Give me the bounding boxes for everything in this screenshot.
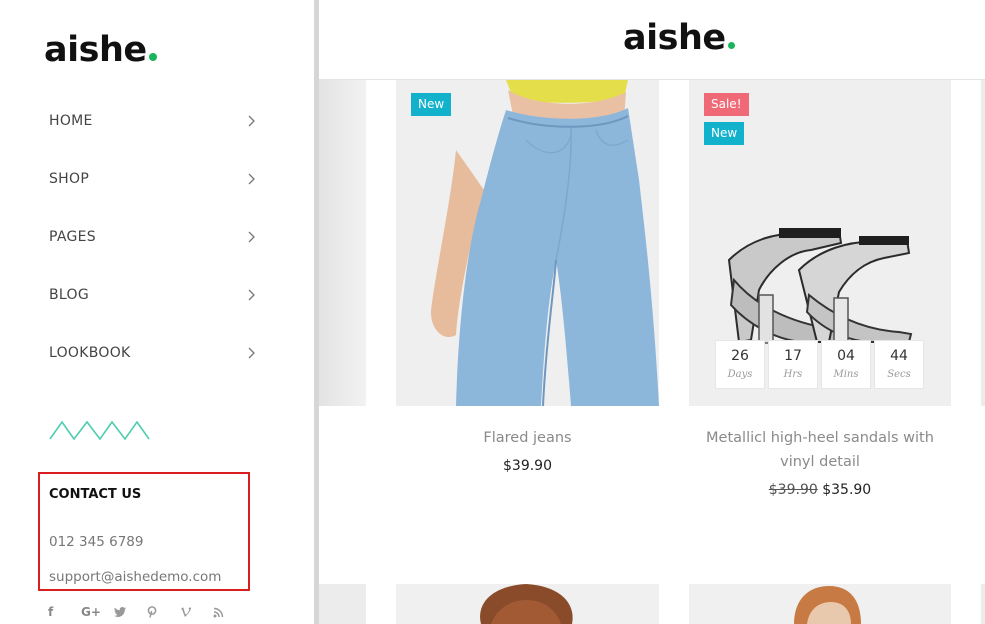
product-price: $39.90	[503, 458, 552, 474]
contact-email[interactable]: support@aishedemo.com	[49, 569, 221, 585]
nav-label: HOME	[49, 113, 93, 129]
product-name[interactable]: Flared jeans	[396, 426, 659, 450]
product-image-flared-jeans[interactable]: New	[396, 80, 659, 406]
main-content: New Flared jeans $39.90 Sale! New 26 Day…	[319, 0, 985, 624]
countdown-label: Mins	[833, 369, 859, 380]
chevron-right-icon	[245, 230, 259, 244]
google-plus-icon[interactable]: G+	[81, 604, 114, 620]
product-name-line: vinyl detail	[780, 454, 860, 470]
top-header: aishe	[319, 0, 985, 80]
product-image-partial-right-bottom	[981, 584, 985, 624]
sidebar: aishe HOME SHOP PAGES BLOG LOOKBOOK CONT…	[0, 0, 314, 624]
product-name-line: Metallicl high-heel sandals with	[706, 430, 934, 446]
header-logo-text: aishe	[623, 18, 726, 58]
jeans-illustration	[430, 80, 659, 406]
product-image-bottom-1[interactable]	[396, 584, 659, 624]
facebook-icon[interactable]: f	[48, 604, 81, 620]
portrait-hair-illustration	[480, 584, 573, 624]
contact-phone[interactable]: 012 345 6789	[49, 534, 143, 550]
countdown-minutes: 04 Mins	[821, 340, 871, 389]
contact-title: CONTACT US	[49, 487, 142, 502]
product-image-partial-right	[981, 80, 985, 406]
nav-item-lookbook[interactable]: LOOKBOOK	[49, 324, 259, 382]
product-name[interactable]: Metallicl high-heel sandals with vinyl d…	[689, 426, 951, 474]
zigzag-divider-icon	[49, 420, 150, 441]
nav-item-home[interactable]: HOME	[49, 92, 259, 150]
chevron-right-icon	[245, 346, 259, 360]
nav-label: LOOKBOOK	[49, 345, 131, 361]
contact-section: CONTACT US 012 345 6789 support@aishedem…	[38, 472, 250, 591]
twitter-icon[interactable]	[114, 604, 147, 620]
sale-countdown: 26 Days 17 Hrs 04 Mins 44 Secs	[715, 340, 924, 389]
header-logo[interactable]: aishe	[623, 18, 735, 58]
portrait-hair-illustration	[794, 586, 861, 624]
badge-new: New	[411, 93, 452, 116]
countdown-seconds: 44 Secs	[874, 340, 924, 389]
chevron-right-icon	[245, 172, 259, 186]
product-image-partial[interactable]	[319, 80, 366, 406]
badge-new: New	[704, 122, 745, 145]
sidebar-nav: HOME SHOP PAGES BLOG LOOKBOOK	[49, 92, 259, 382]
logo-dot	[727, 42, 735, 49]
product-price: $39.90 $35.90	[689, 482, 951, 498]
countdown-value: 04	[837, 348, 855, 364]
nav-label: PAGES	[49, 229, 96, 245]
countdown-hours: 17 Hrs	[768, 340, 818, 389]
countdown-value: 17	[784, 348, 802, 364]
nav-item-blog[interactable]: BLOG	[49, 266, 259, 324]
product-sale-price: $35.90	[822, 482, 872, 498]
vimeo-icon[interactable]	[180, 604, 213, 620]
countdown-value: 44	[890, 348, 908, 364]
nav-label: BLOG	[49, 287, 89, 303]
chevron-right-icon	[245, 114, 259, 128]
product-old-price: $39.90	[768, 482, 818, 498]
nav-label: SHOP	[49, 171, 90, 187]
product-image-partial-bottom[interactable]	[319, 584, 366, 624]
pinterest-icon[interactable]	[147, 604, 180, 620]
countdown-label: Days	[727, 369, 753, 380]
product-image-bottom-2[interactable]	[689, 584, 951, 624]
nav-item-pages[interactable]: PAGES	[49, 208, 259, 266]
countdown-label: Secs	[887, 369, 911, 380]
logo-dot	[148, 53, 157, 61]
countdown-value: 26	[731, 348, 749, 364]
countdown-days: 26 Days	[715, 340, 765, 389]
social-links: f G+	[48, 604, 246, 620]
sidebar-logo-text: aishe	[44, 30, 147, 70]
badge-sale: Sale!	[704, 93, 749, 116]
countdown-label: Hrs	[783, 369, 803, 380]
rss-icon[interactable]	[213, 604, 246, 620]
chevron-right-icon	[245, 288, 259, 302]
sidebar-logo[interactable]: aishe	[44, 30, 157, 70]
nav-item-shop[interactable]: SHOP	[49, 150, 259, 208]
